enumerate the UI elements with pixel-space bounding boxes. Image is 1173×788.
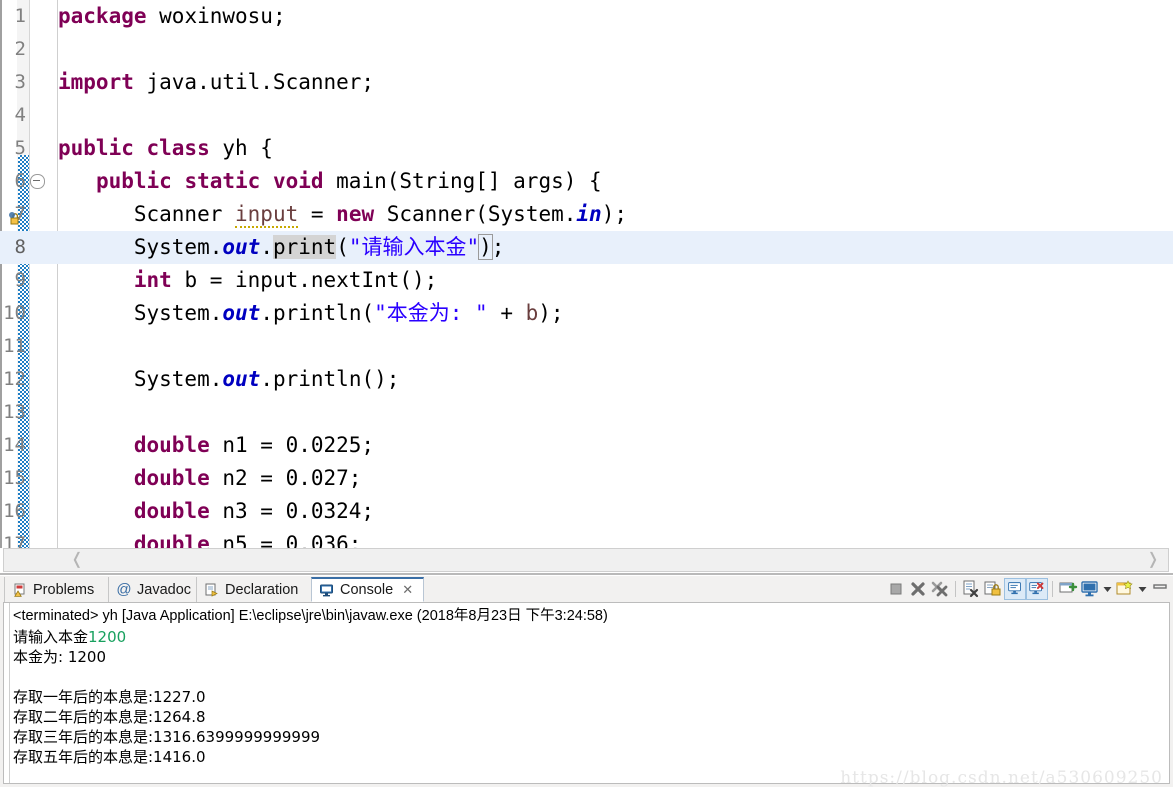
code-line[interactable]: 10 System.out.println("本金为: " + b); <box>3 297 1173 330</box>
editor-horizontal-scrollbar[interactable]: ❬ ❭ <box>3 548 1169 572</box>
display-selected-console-button[interactable] <box>1079 578 1101 600</box>
console-view[interactable]: Problems @ Javadoc Declaration Console ✕… <box>0 576 1173 788</box>
console-text-content: <terminated> yh [Java Application] E:\ec… <box>13 605 1165 767</box>
remove-launch-button[interactable] <box>907 578 929 600</box>
terminate-button[interactable] <box>885 578 907 600</box>
tab-label: Problems <box>33 581 95 598</box>
code-line[interactable]: 16 double n3 = 0.0324; <box>3 495 1173 528</box>
line-number: 11 <box>3 335 26 357</box>
console-line: 存取二年后的本息是:1264.8 <box>13 708 206 726</box>
line-content: double n1 = 0.0225; <box>133 433 375 457</box>
code-line[interactable]: 7 Scanner input = new Scanner(System.in)… <box>9 198 1173 231</box>
clear-console-button[interactable] <box>960 578 982 600</box>
line-number: 12 <box>3 368 26 390</box>
chevron-down-icon[interactable] <box>1136 578 1149 600</box>
problems-icon <box>12 582 28 598</box>
tab-console[interactable]: Console ✕ <box>311 577 424 602</box>
code-line[interactable]: 14 double n1 = 0.0225; <box>3 429 1173 462</box>
tab-problems[interactable]: Problems <box>4 577 108 602</box>
line-number: 15 <box>3 467 26 489</box>
warning-marker-icon[interactable] <box>8 205 24 225</box>
line-number: 1 <box>14 5 26 27</box>
line-content: System.out.print("请输入本金"); <box>58 234 505 260</box>
line-number: 4 <box>14 104 26 126</box>
pin-console-button[interactable] <box>1057 578 1079 600</box>
console-launch-header: <terminated> yh [Java Application] E:\ec… <box>13 608 608 624</box>
console-line: 请输入本金1200 <box>13 627 1165 647</box>
console-line: 存取五年后的本息是:1416.0 <box>13 748 206 766</box>
line-content: System.out.println(); <box>58 367 400 391</box>
line-number: 9 <box>14 269 26 291</box>
line-content: double n2 = 0.027; <box>133 466 362 490</box>
java-code-editor[interactable]: 1 package woxinwosu; 2 3 import java.uti… <box>0 0 1173 556</box>
scroll-lock-button[interactable] <box>982 578 1004 600</box>
code-line[interactable]: 11 <box>3 330 1173 363</box>
code-line[interactable]: 1 package woxinwosu; <box>15 0 1173 33</box>
line-number: 6 <box>14 170 26 192</box>
console-user-input: 1200 <box>88 628 127 646</box>
scroll-right-arrow-icon[interactable]: ❭ <box>1142 549 1164 571</box>
tab-label: Console <box>340 582 394 598</box>
code-line[interactable]: 3 import java.util.Scanner; <box>15 66 1173 99</box>
line-number: 8 <box>14 236 26 258</box>
scroll-left-arrow-icon[interactable]: ❬ <box>66 549 88 571</box>
line-content: public class yh { <box>58 136 273 160</box>
show-console-on-output-button[interactable] <box>1004 578 1026 600</box>
line-number: 5 <box>14 137 26 159</box>
code-line[interactable]: 15 double n2 = 0.027; <box>3 462 1173 495</box>
show-console-on-error-button[interactable] <box>1026 578 1048 600</box>
editor-bottom-divider <box>0 573 1173 575</box>
tab-label: Javadoc <box>137 581 192 598</box>
line-content: package woxinwosu; <box>58 4 286 28</box>
open-console-button[interactable] <box>1114 578 1136 600</box>
tab-label: Declaration <box>225 581 299 598</box>
code-line[interactable]: 6 public static void main(String[] args)… <box>15 165 1173 198</box>
code-line[interactable]: 12 System.out.println(); <box>3 363 1173 396</box>
line-number: 14 <box>3 434 26 456</box>
console-line: 存取一年后的本息是:1227.0 <box>13 688 206 706</box>
console-line-text: 请输入本金 <box>13 628 89 646</box>
javadoc-at-icon: @ <box>116 580 132 598</box>
line-content: System.out.println("本金为: " + b); <box>58 301 564 325</box>
line-content: import java.util.Scanner; <box>58 70 375 94</box>
line-content: double n3 = 0.0324; <box>133 499 375 523</box>
line-number: 16 <box>3 500 26 522</box>
console-toolbar[interactable] <box>885 577 1171 601</box>
line-number: 2 <box>14 38 26 60</box>
console-line: 本金为: 1200 <box>13 648 106 666</box>
line-content: Scanner input = new Scanner(System.in); <box>58 202 627 228</box>
line-number: 13 <box>3 401 26 423</box>
console-left-rail <box>4 603 10 783</box>
code-fold-collapse-icon[interactable] <box>30 174 45 189</box>
code-line[interactable]: 5 public class yh { <box>15 132 1173 165</box>
line-number: 10 <box>3 302 26 324</box>
line-content: int b = input.nextInt(); <box>133 268 438 292</box>
code-text-area[interactable]: 1 package woxinwosu; 2 3 import java.uti… <box>0 0 1173 556</box>
remove-all-terminated-button[interactable] <box>929 578 951 600</box>
toolbar-separator <box>1052 581 1053 597</box>
chevron-down-icon[interactable] <box>1101 578 1114 600</box>
view-menu-icon[interactable] <box>1149 578 1171 600</box>
console-monitor-icon <box>319 582 335 598</box>
line-content: public static void main(String[] args) { <box>95 169 602 193</box>
line-number-gutter <box>30 0 58 548</box>
code-line[interactable]: 9 int b = input.nextInt(); <box>15 264 1173 297</box>
toolbar-separator <box>955 581 956 597</box>
tab-javadoc[interactable]: @ Javadoc <box>108 577 196 602</box>
code-line-current[interactable]: 8 System.out.print("请输入本金"); <box>0 231 1173 264</box>
tab-declaration[interactable]: Declaration <box>196 577 311 602</box>
declaration-icon <box>204 582 220 598</box>
code-line[interactable]: 4 <box>15 99 1173 132</box>
code-line[interactable]: 13 <box>3 396 1173 429</box>
close-icon[interactable]: ✕ <box>402 582 413 598</box>
code-line[interactable]: 2 <box>15 33 1173 66</box>
console-output-area[interactable]: <terminated> yh [Java Application] E:\ec… <box>3 602 1170 788</box>
console-line: 存取三年后的本息是:1316.6399999999999 <box>13 728 321 746</box>
line-number: 3 <box>14 71 26 93</box>
watermark-text: https://blog.csdn.net/a530609250 <box>840 768 1163 788</box>
